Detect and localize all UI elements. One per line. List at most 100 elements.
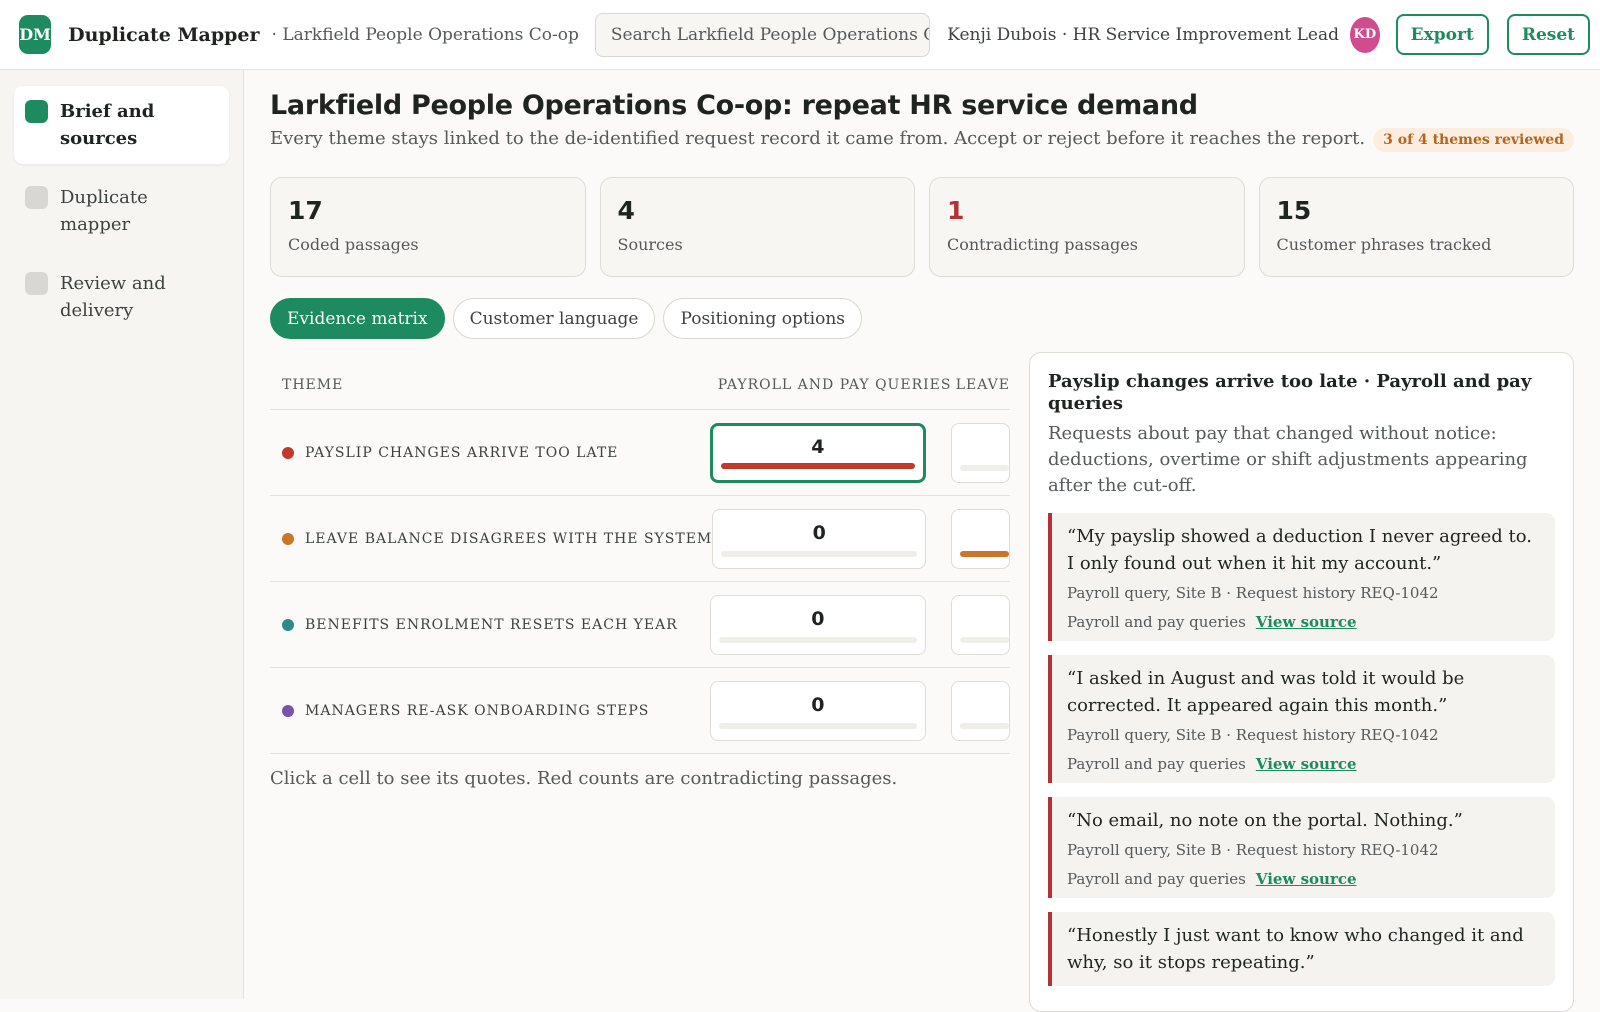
cell-bar-fill bbox=[720, 462, 915, 469]
matrix-cell-payroll[interactable]: 4 bbox=[709, 422, 926, 483]
theme-color-dot bbox=[282, 446, 294, 459]
theme-label: LEAVE BALANCE DISAGREES WITH THE SYSTEM bbox=[270, 531, 712, 547]
panel-title: Payslip changes arrive too late · Payrol… bbox=[1048, 371, 1532, 414]
table-row: LEAVE BALANCE DISAGREES WITH THE SYSTEM 0 bbox=[270, 496, 1010, 582]
matrix-cell-payroll[interactable]: 0 bbox=[709, 594, 926, 655]
matrix-hint: Click a cell to see its quotes. Red coun… bbox=[270, 768, 898, 789]
quote-footer: Payroll and pay queries View source bbox=[1067, 755, 1541, 773]
review-status-badge: 3 of 4 themes reviewed bbox=[1373, 128, 1574, 152]
theme-color-dot bbox=[282, 532, 294, 545]
quote-tag: Payroll and pay queries bbox=[1067, 755, 1246, 773]
cell-bar bbox=[959, 464, 1009, 471]
sidebar: Brief and sources Duplicate mapper Revie… bbox=[0, 70, 244, 999]
quote-panel: Payslip changes arrive too late · Payrol… bbox=[1029, 352, 1574, 1012]
tab-evidence-matrix[interactable]: Evidence matrix bbox=[270, 298, 445, 339]
cell-bar bbox=[960, 550, 1009, 557]
sidebar-item-label: Duplicate mapper bbox=[60, 187, 148, 235]
table-row: PAYSLIP CHANGES ARRIVE TOO LATE 4 bbox=[270, 410, 1010, 496]
cell-bar bbox=[720, 462, 915, 469]
table-row: MANAGERS RE-ASK ONBOARDING STEPS 0 bbox=[270, 668, 1010, 754]
sidebar-item-review-and-delivery[interactable]: Review and delivery bbox=[14, 258, 229, 336]
quote-card: “Honestly I just want to know who change… bbox=[1048, 912, 1555, 986]
sidebar-item-brief-and-sources[interactable]: Brief and sources bbox=[14, 86, 229, 164]
matrix-cell-payroll[interactable]: 0 bbox=[709, 680, 926, 741]
stat-card: 15 Customer phrases tracked bbox=[1258, 177, 1574, 277]
stat-card: 1 Contradicting passages bbox=[929, 177, 1245, 277]
tab-positioning-options[interactable]: Positioning options bbox=[663, 298, 863, 339]
avatar[interactable]: KD bbox=[1350, 16, 1380, 53]
matrix-header: THEME PAYROLL AND PAY QUERIES LEAVE bbox=[270, 360, 1010, 410]
column-header-theme: THEME bbox=[282, 376, 344, 393]
quote-card: “No email, no note on the portal. Nothin… bbox=[1048, 797, 1555, 898]
step-icon bbox=[25, 186, 48, 209]
view-source-link[interactable]: View source bbox=[1256, 755, 1357, 773]
user-name: Kenji Dubois · HR Service Improvement Le… bbox=[947, 24, 1339, 45]
theme-label: PAYSLIP CHANGES ARRIVE TOO LATE bbox=[270, 445, 710, 461]
export-button[interactable]: Export bbox=[1395, 14, 1489, 55]
main-content: Larkfield People Operations Co-op: repea… bbox=[244, 70, 1600, 1012]
tab-customer-language[interactable]: Customer language bbox=[452, 298, 656, 339]
theme-color-dot bbox=[282, 618, 294, 631]
theme-name: BENEFITS ENROLMENT RESETS EACH YEAR bbox=[305, 616, 678, 633]
cell-bar bbox=[959, 636, 1009, 643]
view-tabs: Evidence matrix Customer language Positi… bbox=[270, 298, 863, 339]
cell-bar bbox=[718, 636, 917, 643]
page-subtitle: Every theme stays linked to the de-ident… bbox=[270, 128, 1366, 149]
app-logo: DM bbox=[19, 15, 52, 54]
theme-name: PAYSLIP CHANGES ARRIVE TOO LATE bbox=[305, 444, 619, 461]
cell-count: 0 bbox=[811, 693, 825, 716]
panel-description: Requests about pay that changed without … bbox=[1048, 423, 1528, 496]
stat-value: 17 bbox=[288, 196, 323, 225]
theme-label: MANAGERS RE-ASK ONBOARDING STEPS bbox=[270, 703, 710, 719]
quote-text: “Honestly I just want to know who change… bbox=[1067, 925, 1524, 973]
quote-card: “I asked in August and was told it would… bbox=[1048, 655, 1555, 783]
step-icon bbox=[25, 100, 48, 123]
matrix-cell-payroll[interactable]: 0 bbox=[712, 508, 927, 569]
matrix-cell-leave[interactable] bbox=[950, 594, 1010, 655]
reset-button[interactable]: Reset bbox=[1506, 14, 1590, 55]
sidebar-item-label: Review and delivery bbox=[60, 273, 166, 321]
sidebar-item-label: Brief and sources bbox=[60, 101, 155, 149]
stats-row: 17 Coded passages 4 Sources 1 Contradict… bbox=[270, 177, 1574, 277]
evidence-matrix: THEME PAYROLL AND PAY QUERIES LEAVE PAYS… bbox=[270, 360, 1010, 820]
quote-text: “No email, no note on the portal. Nothin… bbox=[1067, 810, 1463, 831]
matrix-cell-leave[interactable] bbox=[950, 422, 1010, 483]
theme-label: BENEFITS ENROLMENT RESETS EACH YEAR bbox=[270, 617, 710, 633]
view-source-link[interactable]: View source bbox=[1256, 870, 1357, 888]
cell-bar bbox=[959, 722, 1009, 729]
stat-card: 4 Sources bbox=[599, 177, 915, 277]
matrix-cell-leave[interactable] bbox=[951, 508, 1010, 569]
stat-label: Coded passages bbox=[288, 235, 419, 254]
stat-label: Contradicting passages bbox=[947, 235, 1138, 254]
table-row: BENEFITS ENROLMENT RESETS EACH YEAR 0 bbox=[270, 582, 1010, 668]
quote-tag: Payroll and pay queries bbox=[1067, 870, 1246, 888]
cell-count: 4 bbox=[811, 435, 825, 458]
step-icon bbox=[25, 272, 48, 295]
quote-card: “My payslip showed a deduction I never a… bbox=[1048, 513, 1555, 641]
cell-count: 0 bbox=[812, 521, 826, 544]
app-name: Duplicate Mapper bbox=[68, 23, 260, 46]
page-title: Larkfield People Operations Co-op: repea… bbox=[270, 90, 1198, 121]
quote-footer: Payroll and pay queries View source bbox=[1067, 613, 1541, 631]
cell-count: 0 bbox=[811, 607, 825, 630]
theme-color-dot bbox=[282, 704, 294, 717]
matrix-cell-leave[interactable] bbox=[950, 680, 1010, 741]
quote-meta: Payroll query, Site B · Request history … bbox=[1067, 841, 1439, 859]
breadcrumb[interactable]: · Larkfield People Operations Co-op bbox=[272, 25, 579, 45]
quote-tag: Payroll and pay queries bbox=[1067, 613, 1246, 631]
column-header-payroll: PAYROLL AND PAY QUERIES bbox=[717, 376, 952, 393]
stat-value: 4 bbox=[617, 196, 635, 225]
stat-card: 17 Coded passages bbox=[270, 177, 586, 277]
theme-name: MANAGERS RE-ASK ONBOARDING STEPS bbox=[305, 702, 650, 719]
quote-meta: Payroll query, Site B · Request history … bbox=[1067, 584, 1439, 602]
stat-value: 1 bbox=[947, 196, 965, 225]
search-input[interactable]: Search Larkfield People Operations Co-op… bbox=[594, 12, 931, 57]
quote-text: “My payslip showed a deduction I never a… bbox=[1067, 526, 1532, 574]
theme-name: LEAVE BALANCE DISAGREES WITH THE SYSTEM bbox=[305, 530, 713, 547]
cell-bar-fill bbox=[960, 550, 1009, 557]
view-source-link[interactable]: View source bbox=[1256, 613, 1357, 631]
stat-label: Sources bbox=[617, 235, 683, 254]
top-bar: DM Duplicate Mapper · Larkfield People O… bbox=[0, 0, 1600, 70]
sidebar-item-duplicate-mapper[interactable]: Duplicate mapper bbox=[14, 172, 229, 250]
column-header-leave: LEAVE bbox=[955, 376, 1010, 393]
